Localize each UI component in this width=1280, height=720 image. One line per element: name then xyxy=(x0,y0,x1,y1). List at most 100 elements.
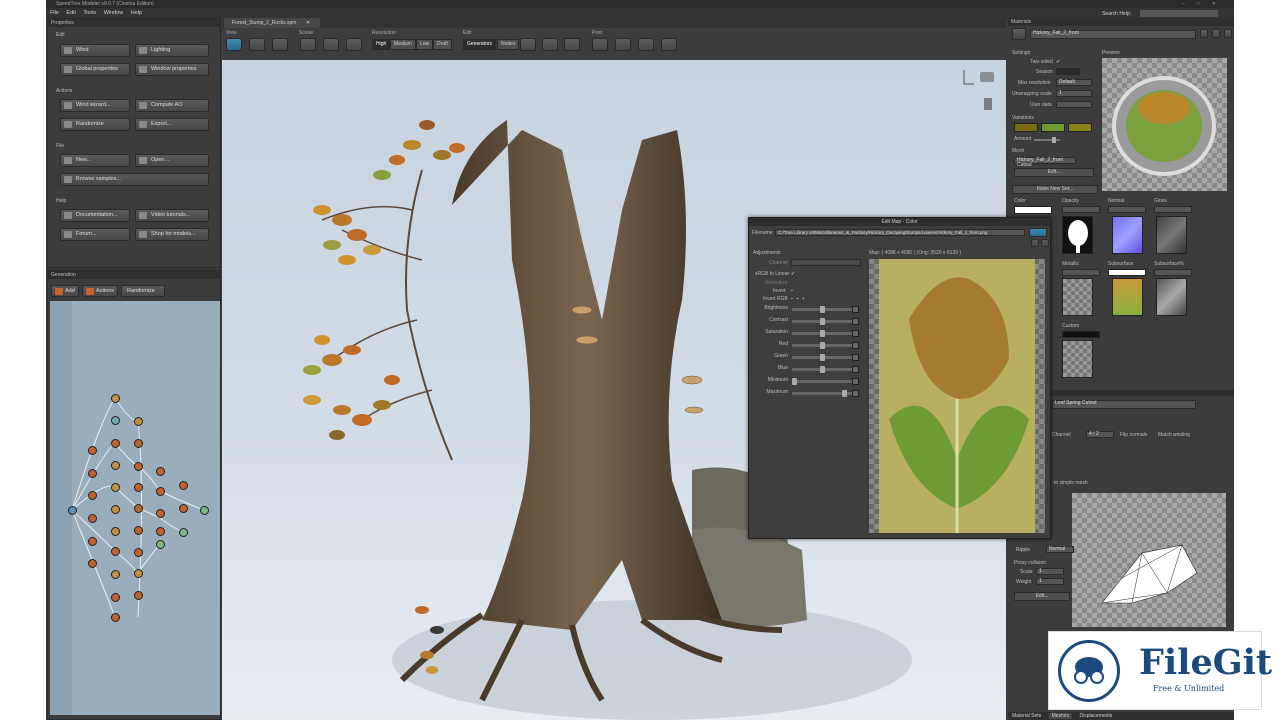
add-generator-button[interactable]: Add xyxy=(51,285,79,297)
color-swatch[interactable] xyxy=(1014,206,1052,214)
metallic-field[interactable] xyxy=(1062,269,1100,276)
graph-node[interactable] xyxy=(88,491,97,500)
global-properties-button[interactable]: Global properties xyxy=(60,63,130,76)
graph-node[interactable] xyxy=(134,439,143,448)
camera-button[interactable] xyxy=(249,38,265,51)
material-add-button[interactable] xyxy=(1200,29,1208,38)
slider-knob[interactable] xyxy=(820,318,825,325)
video-tutorials-button[interactable]: Video tutorials... xyxy=(135,209,209,222)
browse-samples-button[interactable]: Browse samples... xyxy=(60,173,209,186)
graph-node[interactable] xyxy=(156,467,165,476)
channel-select[interactable] xyxy=(791,259,861,266)
tab-meshes[interactable]: Meshes xyxy=(1048,713,1073,719)
dialog-close-button[interactable] xyxy=(1041,239,1049,247)
edit-nodes[interactable]: Nodes xyxy=(497,39,520,50)
light-gizmo[interactable] xyxy=(984,98,992,110)
subsurface-percent-thumbnail[interactable] xyxy=(1156,278,1187,316)
tab-displacements[interactable]: Displacements xyxy=(1079,713,1112,719)
filename-field[interactable]: C:/Tree Library v9/Miscellaneous_&_Fanta… xyxy=(775,229,1025,236)
edit-tool-3-button[interactable] xyxy=(564,38,580,51)
slider-knob[interactable] xyxy=(820,354,825,361)
amount-slider-knob[interactable] xyxy=(1052,137,1056,143)
menu-edit[interactable]: Edit xyxy=(66,10,75,16)
graph-node[interactable] xyxy=(156,487,165,496)
opacity-thumbnail[interactable] xyxy=(1062,216,1093,254)
variation-swatch-2[interactable] xyxy=(1041,123,1065,132)
slider-saturation[interactable] xyxy=(792,330,852,337)
slider-knob[interactable] xyxy=(820,330,825,337)
camera-gizmo[interactable] xyxy=(980,72,994,82)
unwrapping-scale-field[interactable]: 1 xyxy=(1056,90,1092,97)
graph-node[interactable] xyxy=(111,394,120,403)
dialog-pin-button[interactable] xyxy=(1031,239,1039,247)
tab-material-sets[interactable]: Material Sets xyxy=(1012,713,1041,719)
gen-randomize-button[interactable]: Randomize xyxy=(121,285,165,297)
window-controls[interactable]: –□✕ xyxy=(1182,0,1228,8)
graph-node[interactable] xyxy=(111,416,120,425)
graph-node[interactable] xyxy=(156,527,165,536)
resolution-low[interactable]: Low xyxy=(416,39,434,50)
proxy-edit-button[interactable]: Edit... xyxy=(1014,592,1070,601)
resolution-high[interactable]: High xyxy=(372,39,391,50)
graph-node[interactable] xyxy=(88,514,97,523)
graph-node[interactable] xyxy=(88,446,97,455)
menu-help[interactable]: Help xyxy=(131,10,142,16)
graph-node[interactable] xyxy=(134,569,143,578)
slider-knob[interactable] xyxy=(792,378,797,385)
opacity-field[interactable] xyxy=(1062,206,1100,213)
graph-node[interactable] xyxy=(111,439,120,448)
menu-window[interactable]: Window xyxy=(104,10,124,16)
open-button[interactable]: Open... xyxy=(135,154,209,167)
slider-reset-button[interactable] xyxy=(852,366,859,373)
forum-button[interactable]: Forum... xyxy=(60,228,130,241)
compute-ao-button[interactable]: Compute AO xyxy=(135,99,209,112)
slider-reset-button[interactable] xyxy=(852,342,859,349)
browse-file-button[interactable] xyxy=(1029,228,1047,237)
wind-button[interactable]: Wind xyxy=(60,44,130,57)
generator-graph[interactable] xyxy=(50,301,220,715)
documentation-button[interactable]: Documentation... xyxy=(60,209,130,222)
slider-contrast[interactable] xyxy=(792,318,852,325)
max-resolution-select[interactable]: Default xyxy=(1056,79,1092,86)
slider-reset-button[interactable] xyxy=(852,306,859,313)
graph-node[interactable] xyxy=(156,509,165,518)
graph-node[interactable] xyxy=(134,526,143,535)
mesh-edit-button[interactable]: Edit... xyxy=(1014,168,1094,177)
menu-file[interactable]: File xyxy=(50,10,59,16)
menu-tools[interactable]: Tools xyxy=(83,10,96,16)
lighting-button[interactable]: Lighting xyxy=(135,44,209,57)
graph-node[interactable] xyxy=(88,469,97,478)
resolution-medium[interactable]: Medium xyxy=(390,39,416,50)
post-tool-2-button[interactable] xyxy=(615,38,631,51)
scene-tool-2-button[interactable] xyxy=(323,38,339,51)
slider-blue[interactable] xyxy=(792,366,852,373)
slider-knob[interactable] xyxy=(820,366,825,373)
graph-node[interactable] xyxy=(111,505,120,514)
graph-node[interactable] xyxy=(156,540,165,549)
edit-generators[interactable]: Generators xyxy=(463,39,497,50)
post-tool-4-button[interactable] xyxy=(661,38,677,51)
subsurface-thumbnail[interactable] xyxy=(1112,278,1143,316)
graph-node[interactable] xyxy=(134,483,143,492)
graph-node[interactable] xyxy=(134,548,143,557)
slider-knob[interactable] xyxy=(820,342,825,349)
graph-node[interactable] xyxy=(200,506,209,515)
slider-reset-button[interactable] xyxy=(852,378,859,385)
graph-node[interactable] xyxy=(111,593,120,602)
mesh-channel-field[interactable]: 4 / 2 xyxy=(1086,431,1114,438)
two-sided-checkbox[interactable]: ✔ xyxy=(1056,59,1060,65)
slider-reset-button[interactable] xyxy=(852,390,859,397)
window-properties-button[interactable]: Window properties xyxy=(135,63,209,76)
search-help-input[interactable] xyxy=(1140,10,1218,18)
gloss-thumbnail[interactable] xyxy=(1156,216,1187,254)
srgb-checkbox[interactable]: ✔ xyxy=(791,271,795,277)
graph-node-tree[interactable] xyxy=(68,506,77,515)
close-icon[interactable]: ✕ xyxy=(306,20,310,26)
invert-rgb-checkboxes[interactable]: ▪▪▪ xyxy=(791,296,808,302)
graph-node[interactable] xyxy=(111,527,120,536)
shop-button[interactable]: Shop for models... xyxy=(135,228,209,241)
material-leaf-icon[interactable] xyxy=(1012,28,1026,40)
mesh-select[interactable]: Hickory_Fall_2_front Cutout xyxy=(1014,157,1076,168)
slider-knob[interactable] xyxy=(820,306,825,313)
slider-knob[interactable] xyxy=(842,390,847,397)
